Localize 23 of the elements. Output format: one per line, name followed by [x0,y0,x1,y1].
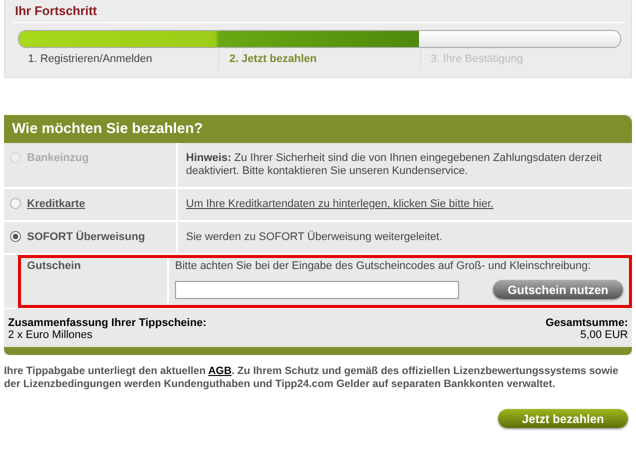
info-text: Sie werden zu SOFORT Überweisung weitergeleitet. [186,231,442,243]
section-header: Wie möchten Sie bezahlen? [4,115,632,143]
total-label: Gesamtsumme: [545,317,628,329]
total-amount: 5,00 EUR [579,329,628,341]
radio-button[interactable] [10,198,21,209]
voucher-hint: Bitte achten Sie bei der Eingabe des Gutscheincodes auf Groß- und Kleinschreibung: [175,260,591,272]
payment-method-label[interactable]: Kreditkarte [27,198,86,210]
payment-method-label: SOFORT Überweisung [27,231,145,243]
progress-step: 2. Jetzt bezahlen [218,48,420,70]
pay-button[interactable]: Jetzt bezahlen [498,409,628,428]
legal-text: Ihre Tippabgabe unterliegt den aktuellen AGB. Zu Ihrem Schutz und gemäß des offiziellen Lizenzbewertungssystems sowie der Lizenzbedingungen werden Kundenguthaben und Tipp24.com Gelder auf separaten Bankkonten verwaltet. [4,365,620,391]
radio-button[interactable] [10,231,21,242]
voucher-button[interactable]: Gutschein nutzen [493,280,623,299]
voucher-input[interactable] [175,280,459,298]
summary-title: Zusammenfassung Ihrer Tippscheine: [8,317,206,329]
agb-link[interactable]: AGB [208,365,232,377]
notice-text: Hinweis: Zu Ihrer Sicherheit sind die von Ihnen eingegebenen Zahlungsdaten derzeit deaktiviert. Bitte kontaktieren Sie unseren Kundenservice. [186,152,602,177]
voucher-label: Gutschein [27,260,81,272]
progress-step: 1. Registrieren/Anmelden [18,48,218,70]
payment-method-label: Bankeinzug [27,152,89,164]
credit-card-link[interactable]: Um Ihre Kreditkartendaten zu hinterlegen, klicken Sie bitte hier. [186,198,494,210]
summary-item: 2 x Euro Millones [8,329,94,341]
progress-title: Ihr Fortschritt [11,2,625,23]
